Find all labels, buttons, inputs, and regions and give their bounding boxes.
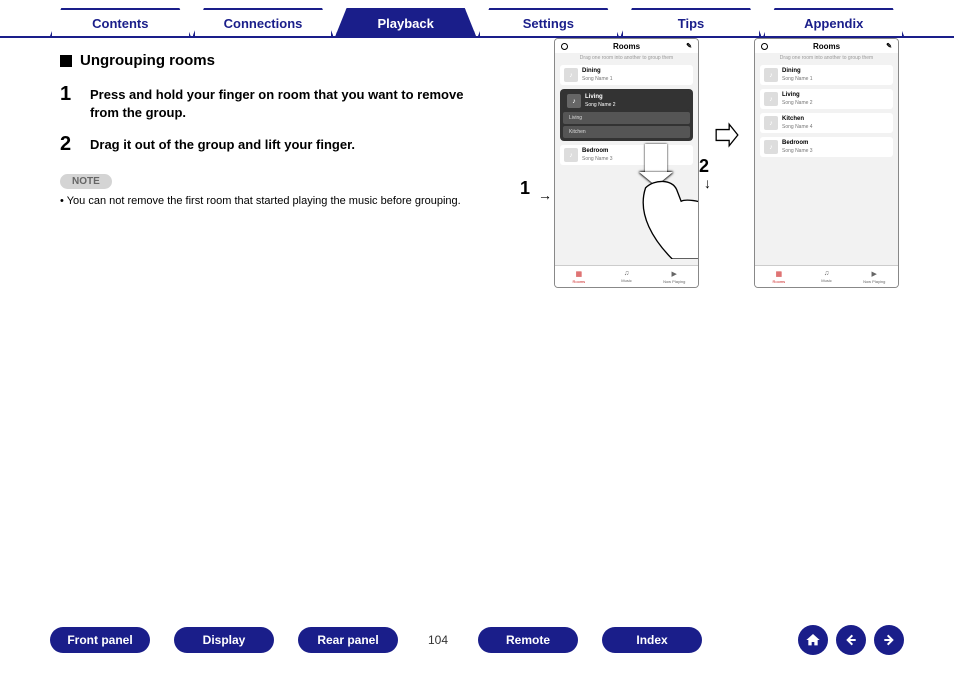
room-song: Song Name 1 [582,76,613,82]
room-living: ♪ LivingSong Name 2 [760,89,893,109]
tab-connections[interactable]: Connections [193,8,334,36]
play-icon: ▶ [871,270,876,278]
room-name: Bedroom [582,148,613,155]
section-title-text: Ungrouping rooms [80,52,215,69]
room-bedroom: ♪ BedroomSong Name 3 [760,137,893,157]
note-badge: NOTE [60,174,112,189]
room-name: Dining [582,68,613,75]
arrow-down-icon: ↓ [704,175,711,191]
illustration-area: 1 → 2 ↓ Rooms ✎ Drag one room into anoth… [514,38,944,298]
step-1-number: 1 [60,83,74,121]
music-note-icon: ♪ [764,140,778,154]
top-tabs: Contents Connections Playback Settings T… [0,0,954,38]
room-dining: ♪ Dining Song Name 1 [560,65,693,85]
room-living-grouped: ♪ Living Song Name 2 [563,92,690,110]
room-bedroom: ♪ Bedroom Song Name 3 [560,145,693,165]
home-button[interactable] [798,625,828,655]
music-note-icon: ♪ [764,92,778,106]
phone-before-list: ♪ Dining Song Name 1 ♪ Living Song Name … [555,65,698,165]
arrow-right-icon: → [538,187,552,203]
group-sub-living: Living [563,112,690,124]
edit-icon: ✎ [686,42,692,50]
group-sub-kitchen: Kitchen [563,126,690,138]
phone-before-header: Rooms ✎ [555,39,698,53]
room-dining: ♪ DiningSong Name 1 [760,65,893,85]
music-note-icon: ♪ [764,116,778,130]
nav-front-panel[interactable]: Front panel [50,627,150,653]
phone-before-title: Rooms [613,42,640,51]
callout-1: 1 [520,178,530,199]
home-icon [805,632,821,648]
phone-tab-rooms: ▦Rooms [755,266,803,287]
double-arrow-icon [714,122,740,148]
room-kitchen: ♪ KitchenSong Name 4 [760,113,893,133]
phone-tab-music: ♫Music [603,266,651,287]
next-page-button[interactable] [874,625,904,655]
page-content: Ungrouping rooms 1 Press and hold your f… [0,38,954,207]
nav-remote[interactable]: Remote [478,627,578,653]
step-2-number: 2 [60,133,74,156]
rooms-icon: ▦ [776,270,783,278]
tab-playback[interactable]: Playback [335,8,476,36]
nav-rear-panel[interactable]: Rear panel [298,627,398,653]
settings-dot-icon [561,43,568,50]
tab-contents[interactable]: Contents [50,8,191,36]
page-number: 104 [422,633,454,647]
phone-after-hint: Drag one room into another to group them [755,53,898,65]
room-group: ♪ Living Song Name 2 Living Kitchen [560,89,693,141]
bottom-nav: Front panel Display Rear panel 104 Remot… [0,625,954,655]
tab-tips[interactable]: Tips [621,8,762,36]
nav-icon-group [798,625,904,655]
music-icon: ♫ [824,270,829,277]
square-bullet-icon [60,55,72,67]
rooms-icon: ▦ [576,270,583,278]
drag-arrow-icon [645,144,667,174]
phone-tab-now: ▶Now Playing [650,266,698,287]
phone-before-hint: Drag one room into another to group them [555,53,698,65]
phone-after-header: Rooms ✎ [755,39,898,53]
callout-2: 2 [699,156,709,177]
tab-settings[interactable]: Settings [478,8,619,36]
arrow-right-icon [881,632,897,648]
phone-after-tabs: ▦Rooms ♫Music ▶Now Playing [755,265,898,287]
room-song: Song Name 3 [582,156,613,162]
step-2-text: Drag it out of the group and lift your f… [90,133,355,156]
phone-tab-rooms: ▦Rooms [555,266,603,287]
room-song: Song Name 2 [585,102,616,108]
nav-index[interactable]: Index [602,627,702,653]
phone-before-tabs: ▦Rooms ♫Music ▶Now Playing [555,265,698,287]
phone-after-list: ♪ DiningSong Name 1 ♪ LivingSong Name 2 … [755,65,898,157]
phone-tab-now: ▶Now Playing [850,266,898,287]
music-note-icon: ♪ [564,68,578,82]
step-1-text: Press and hold your finger on room that … [90,83,470,121]
music-icon: ♫ [624,270,629,277]
tab-appendix[interactable]: Appendix [763,8,904,36]
phone-after: Rooms ✎ Drag one room into another to gr… [754,38,899,288]
prev-page-button[interactable] [836,625,866,655]
music-note-icon: ♪ [567,94,581,108]
phone-tab-music: ♫Music [803,266,851,287]
phone-before: Rooms ✎ Drag one room into another to gr… [554,38,699,288]
music-note-icon: ♪ [564,148,578,162]
settings-dot-icon [761,43,768,50]
music-note-icon: ♪ [764,68,778,82]
phone-after-title: Rooms [813,42,840,51]
room-name: Living [585,94,616,101]
nav-display[interactable]: Display [174,627,274,653]
edit-icon: ✎ [886,42,892,50]
play-icon: ▶ [671,270,676,278]
hand-icon [635,179,699,259]
arrow-left-icon [843,632,859,648]
